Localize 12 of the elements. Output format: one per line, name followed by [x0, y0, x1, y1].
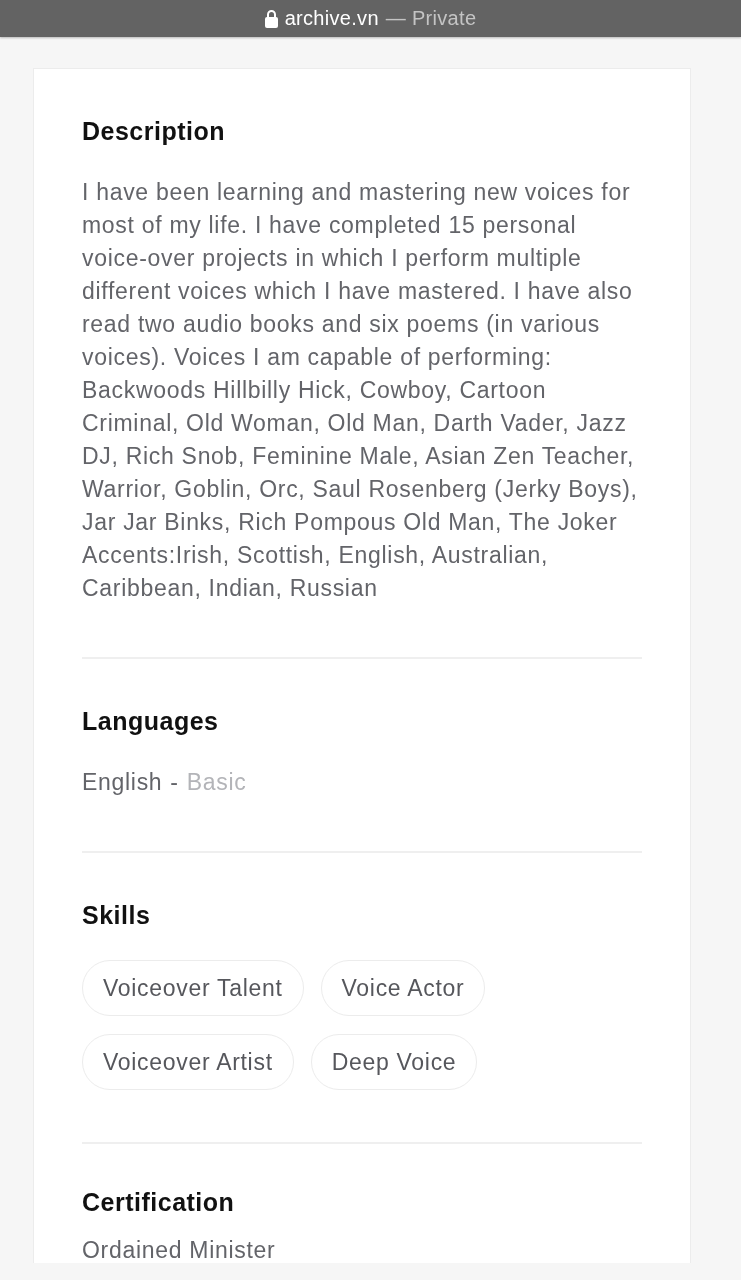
language-name: English [82, 768, 163, 797]
section-heading: Languages [82, 706, 220, 736]
section-text: I have been learning and mastering new voices for most of my life. I have completed 15 personal voice-over projects in which I perform multiple different voices which I have mastered. I have also read two audio books and six poems (in various voices). Voices I am capable of performing: Backwoods Hillbilly Hick, Cowboy, Cartoon Criminal, Old Woman, Old Man, Darth Vader, Jazz DJ, Rich Snob, Feminine Male, Asian Zen Teacher, Warrior, Goblin, Orc, Saul Rosenberg (Jerky Boys), Jar Jar Binks, Rich Pompous Old Man, The Joker Accents:Irish, Scottish, English, Australian, Caribbean, Indian, Russian [82, 178, 639, 603]
section-text: Ordained Minister [82, 1237, 277, 1263]
section-heading: Skills [82, 900, 152, 930]
private-mode-label: — Private [385, 7, 477, 30]
section-heading: Certification [82, 1187, 236, 1217]
language-proficiency: Basic [186, 768, 247, 797]
language-separator: - [170, 768, 179, 797]
lock-icon [264, 9, 278, 28]
url-domain: archive.vn [284, 7, 379, 30]
section-heading: Description [82, 116, 227, 146]
